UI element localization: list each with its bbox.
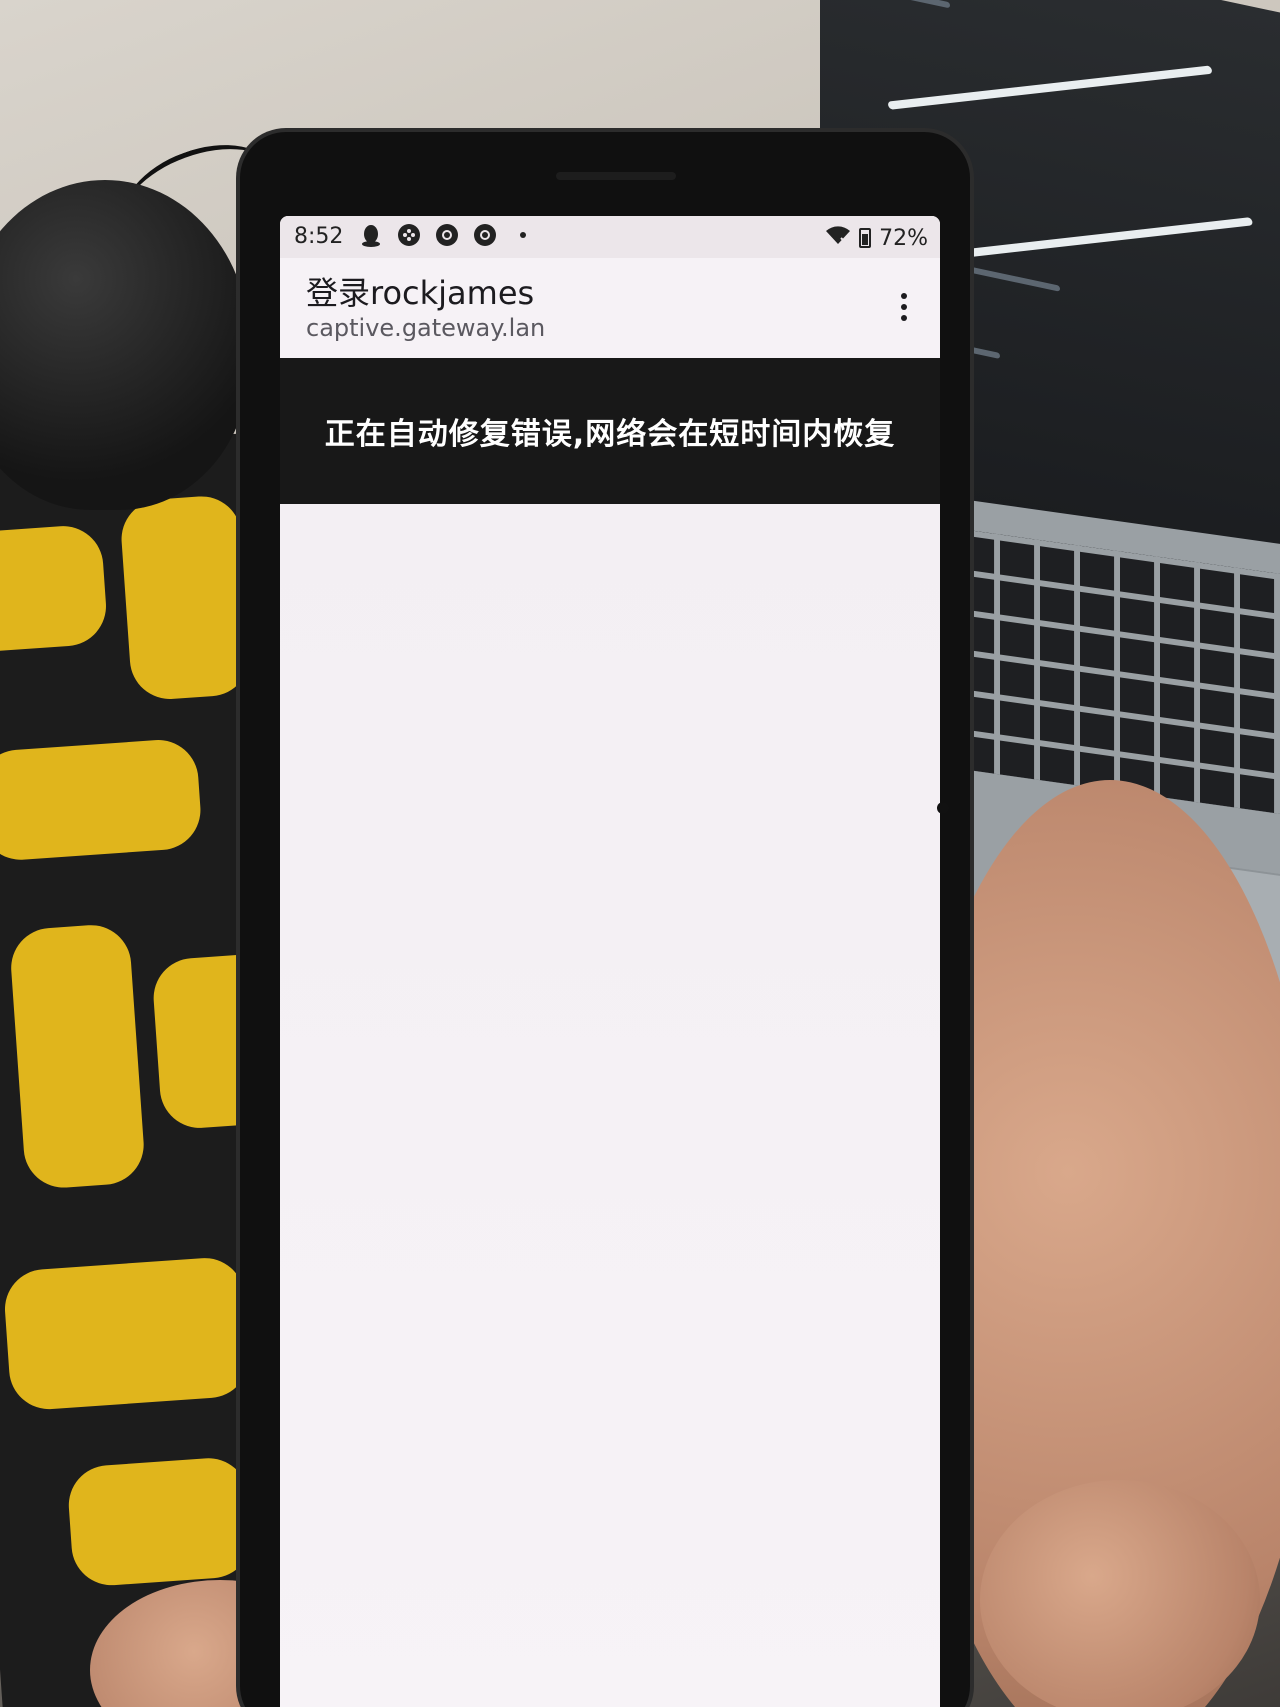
more-vert-icon-dot — [901, 315, 907, 321]
status-bar: 8:52 72% — [280, 216, 940, 258]
more-vert-icon-dot — [901, 304, 907, 310]
phone-earpiece — [556, 172, 676, 180]
phone-side-sensor — [937, 802, 949, 814]
wifi-icon — [825, 224, 851, 252]
captive-portal-app-bar: 登录rockjames captive.gateway.lan — [280, 258, 940, 358]
more-notifications-dot-icon — [510, 222, 536, 248]
page-url: captive.gateway.lan — [306, 314, 546, 342]
phone-screen: 8:52 72% 登录rockjames captive.gateway.lan… — [280, 216, 940, 1707]
battery-icon — [859, 228, 872, 248]
page-content — [280, 504, 940, 1707]
more-vert-icon — [901, 293, 907, 299]
status-time: 8:52 — [294, 224, 344, 249]
overflow-menu-button[interactable] — [884, 282, 924, 332]
phone-device: 8:52 72% 登录rockjames captive.gateway.lan… — [240, 132, 970, 1707]
chrome-icon — [434, 222, 460, 248]
chrome-icon — [472, 222, 498, 248]
status-right-cluster: 72% — [825, 224, 928, 252]
laptop-keyboard — [920, 523, 1280, 820]
page-title: 登录rockjames — [306, 274, 535, 312]
game-controller-icon — [396, 222, 422, 248]
banner-message: 正在自动修复错误,网络会在短时间内恢复 — [324, 417, 896, 452]
qq-penguin-icon — [358, 222, 384, 248]
hand-right-thumb — [980, 1480, 1260, 1707]
notification-icons — [358, 222, 536, 248]
status-banner: 正在自动修复错误,网络会在短时间内恢复 — [280, 358, 940, 504]
battery-percent: 72% — [879, 225, 928, 251]
